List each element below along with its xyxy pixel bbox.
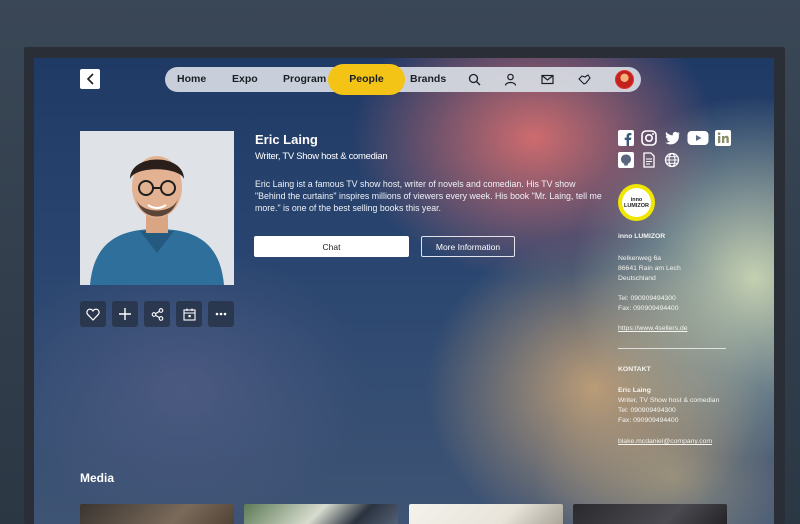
profile-photo (80, 131, 234, 285)
user-avatar[interactable] (615, 70, 634, 89)
person-portrait-icon (80, 131, 234, 285)
document-icon[interactable] (641, 152, 657, 168)
chat-button[interactable]: Chat (254, 236, 409, 257)
search-icon[interactable] (468, 73, 481, 86)
share-icon (151, 307, 163, 321)
company-logo[interactable]: inno LUMIZOR (618, 184, 655, 221)
linkedin-icon[interactable] (715, 130, 731, 146)
profile-role: Writer, TV Show host & comedian (255, 151, 388, 162)
media-thumbnail[interactable] (409, 504, 563, 524)
company-fax: Fax: 090909494400 (618, 305, 679, 312)
company-logo-mark: inno LUMIZOR (622, 188, 651, 217)
company-website-link[interactable]: https://www.4sellers.de (618, 324, 688, 334)
company-tel: Tel: 090909494300 (618, 295, 676, 302)
contact-role: Writer, TV Show host & comedian (618, 397, 720, 404)
favorite-button[interactable] (80, 301, 106, 327)
mail-icon[interactable] (541, 73, 554, 86)
media-thumbnail[interactable] (573, 504, 727, 524)
contact-tel: Tel: 090909494300 (618, 407, 676, 414)
heart-icon (86, 308, 100, 321)
logo-text-bottom: LUMIZOR (623, 202, 650, 209)
calendar-button[interactable] (176, 301, 202, 327)
nav-item-brands[interactable]: Brands (410, 67, 446, 92)
handshake-icon[interactable] (578, 73, 591, 86)
user-icon[interactable] (504, 73, 517, 86)
contact-heading: KONTAKT (618, 366, 651, 373)
contact-fax: Fax: 090909494400 (618, 417, 679, 424)
facebook-icon[interactable] (618, 130, 634, 146)
globe-icon[interactable] (664, 152, 680, 168)
company-city: 86641 Rain am Lech (618, 265, 681, 272)
nav-item-home[interactable]: Home (177, 67, 206, 92)
twitter-icon[interactable] (664, 130, 680, 146)
back-button[interactable] (80, 69, 100, 89)
more-button[interactable] (208, 301, 234, 327)
more-information-button[interactable]: More Information (421, 236, 515, 257)
company-street: Nelkenweg 6a (618, 255, 662, 262)
share-button[interactable] (144, 301, 170, 327)
contact-name: Eric Laing (618, 387, 651, 394)
media-thumbnail[interactable] (80, 504, 234, 524)
media-section-title: Media (80, 471, 115, 485)
add-button[interactable] (112, 301, 138, 327)
profile-actions (80, 301, 234, 327)
instagram-icon[interactable] (641, 130, 657, 146)
chevron-left-icon (86, 73, 94, 85)
profile-name: Eric Laing (255, 132, 318, 147)
youtube-icon[interactable] (687, 130, 709, 146)
app-screen: Home Expo Program People Brands Eric Lai… (34, 58, 774, 524)
nav-item-program[interactable]: Program (283, 67, 326, 92)
nav-item-expo[interactable]: Expo (232, 67, 258, 92)
company-name: inno LUMIZOR (618, 233, 666, 240)
profile-bio: Eric Laing ist a famous TV show host, wr… (255, 179, 602, 213)
company-country: Deutschland (618, 275, 656, 282)
contact-email-link[interactable]: blake.mcdaniel@company.com (618, 437, 712, 447)
plus-icon (119, 308, 131, 320)
main-nav: Home Expo Program People Brands (165, 64, 641, 95)
calendar-icon (182, 308, 196, 321)
more-dots-icon (215, 312, 227, 316)
media-thumbnail[interactable] (244, 504, 398, 524)
github-icon[interactable] (618, 152, 634, 168)
nav-item-people[interactable]: People (328, 64, 405, 95)
section-divider (618, 348, 726, 349)
